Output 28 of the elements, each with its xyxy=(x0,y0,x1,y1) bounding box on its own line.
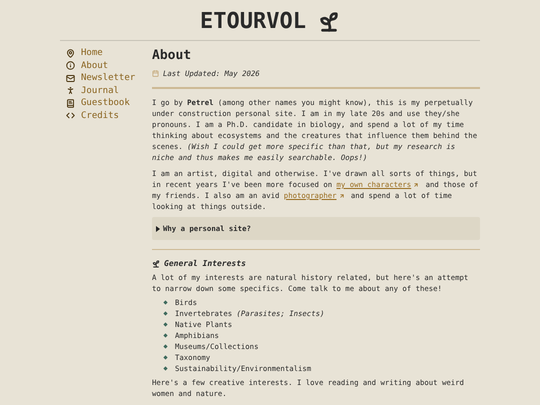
external-link-icon xyxy=(338,193,345,199)
nav-link[interactable]: About xyxy=(66,60,146,72)
site-title: ETOURVOL xyxy=(200,8,306,36)
bullet-icon xyxy=(163,311,168,316)
page-heading: About xyxy=(152,47,192,65)
bullet-icon xyxy=(163,355,168,360)
external-link-icon xyxy=(413,182,420,188)
code-icon xyxy=(66,111,75,120)
nav-link[interactable]: Newsletter xyxy=(66,72,146,84)
bullet-icon xyxy=(163,333,168,338)
nav-link[interactable]: Home xyxy=(66,47,146,60)
bullet-icon xyxy=(163,366,168,371)
book-icon xyxy=(66,98,75,108)
nav-link[interactable]: Guestbook xyxy=(66,97,146,110)
section-heading: General Interests xyxy=(164,258,246,269)
nav-link[interactable]: Credits xyxy=(66,110,146,122)
sprout-icon xyxy=(318,11,340,33)
bullet-icon xyxy=(163,344,168,349)
location-pin-icon xyxy=(66,48,75,58)
info-icon xyxy=(66,61,75,70)
nav-link[interactable]: Journal xyxy=(66,84,146,97)
bullet-icon xyxy=(163,300,168,305)
person-icon xyxy=(66,86,75,96)
envelope-icon xyxy=(66,74,75,83)
sprout-icon xyxy=(152,260,160,268)
bullet-icon xyxy=(163,322,168,327)
disclosure-triangle-icon xyxy=(156,226,160,232)
calendar-icon xyxy=(152,70,159,77)
